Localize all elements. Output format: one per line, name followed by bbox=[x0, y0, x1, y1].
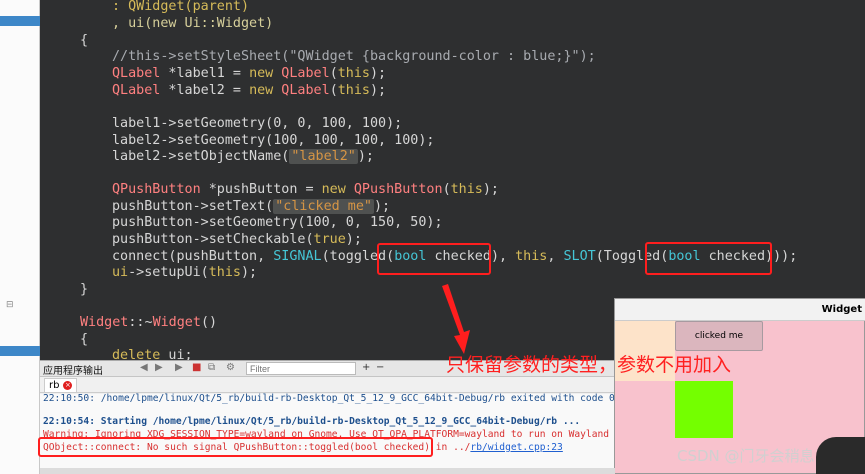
plus-icon[interactable]: + bbox=[362, 362, 370, 373]
highlight-box-slot bbox=[645, 242, 772, 275]
code-line: QPushButton *pushButton = new QPushButto… bbox=[112, 182, 499, 197]
code-line: pushButton->setCheckable(true); bbox=[112, 232, 362, 247]
code-line: { bbox=[80, 332, 89, 347]
window-titlebar[interactable]: Widget bbox=[615, 299, 865, 321]
code-line: pushButton->setGeometry(100, 0, 150, 50)… bbox=[112, 215, 443, 230]
label2 bbox=[675, 381, 733, 438]
stop-icon[interactable]: ■ bbox=[192, 362, 201, 373]
window-title: Widget bbox=[821, 304, 862, 315]
highlight-box-signal bbox=[377, 243, 491, 275]
code-line: pushButton->setText("clicked me"); bbox=[112, 199, 391, 214]
output-text: 22:10:50: /home/lpme/linux/Qt/5_rb/build… bbox=[40, 393, 655, 474]
close-icon[interactable]: × bbox=[63, 381, 73, 390]
selection-highlight bbox=[0, 16, 40, 26]
watermark: CSDN @门牙会稍息 bbox=[677, 447, 815, 465]
highlight-box-error bbox=[38, 437, 433, 457]
code-line: } bbox=[80, 282, 89, 297]
output-title: 应用程序输出 bbox=[43, 366, 103, 377]
output-line: 22:10:50: /home/lpme/linux/Qt/5_rb/build… bbox=[43, 393, 615, 404]
code-line: label1->setGeometry(0, 0, 100, 100); bbox=[112, 116, 403, 131]
play-icon[interactable]: ▶ bbox=[175, 362, 183, 373]
side-panel: ⊟ bbox=[0, 0, 40, 474]
clicked-me-button[interactable]: clicked me bbox=[675, 321, 763, 351]
code-line: QLabel *label1 = new QLabel(this); bbox=[112, 66, 387, 81]
code-line: delete ui; bbox=[112, 348, 193, 360]
annotation-arrow bbox=[442, 284, 470, 354]
code-line: : QWidget(parent) bbox=[112, 0, 250, 14]
settings-icon[interactable]: ⚙ bbox=[226, 362, 235, 373]
tree-marker: ⊟ bbox=[6, 300, 14, 310]
tab-rb[interactable]: rb × bbox=[44, 378, 78, 392]
code-line: Widget::~Widget() bbox=[80, 315, 218, 330]
avatar bbox=[816, 437, 865, 474]
next-icon[interactable]: ▶ bbox=[155, 362, 163, 373]
code-line: label2->setObjectName("label2"); bbox=[112, 149, 374, 164]
code-line: QLabel *label2 = new QLabel(this); bbox=[112, 83, 387, 98]
selection-highlight bbox=[0, 346, 40, 356]
filter-input[interactable] bbox=[246, 362, 356, 375]
code-line: , ui(new Ui::Widget) bbox=[112, 16, 274, 31]
bottom-bar bbox=[40, 468, 615, 474]
output-line: 22:10:54: Starting /home/lpme/linux/Qt/5… bbox=[43, 416, 581, 427]
code-comment: //this->setStyleSheet("QWidget {backgrou… bbox=[112, 49, 596, 64]
attach-icon[interactable]: ⧉ bbox=[208, 362, 215, 373]
prev-icon[interactable]: ◀ bbox=[140, 362, 148, 373]
code-line: label2->setGeometry(100, 100, 100, 100); bbox=[112, 133, 435, 148]
minus-icon[interactable]: − bbox=[376, 362, 384, 373]
annotation-text: 只保留参数的类型，参数不用加入 bbox=[446, 354, 732, 376]
code-line: ui->setupUi(this); bbox=[112, 265, 258, 280]
output-tabs: rb × bbox=[40, 377, 615, 393]
code-line: { bbox=[80, 33, 89, 48]
tab-label: rb bbox=[49, 380, 60, 391]
source-link[interactable]: rb/widget.cpp:23 bbox=[470, 442, 562, 453]
